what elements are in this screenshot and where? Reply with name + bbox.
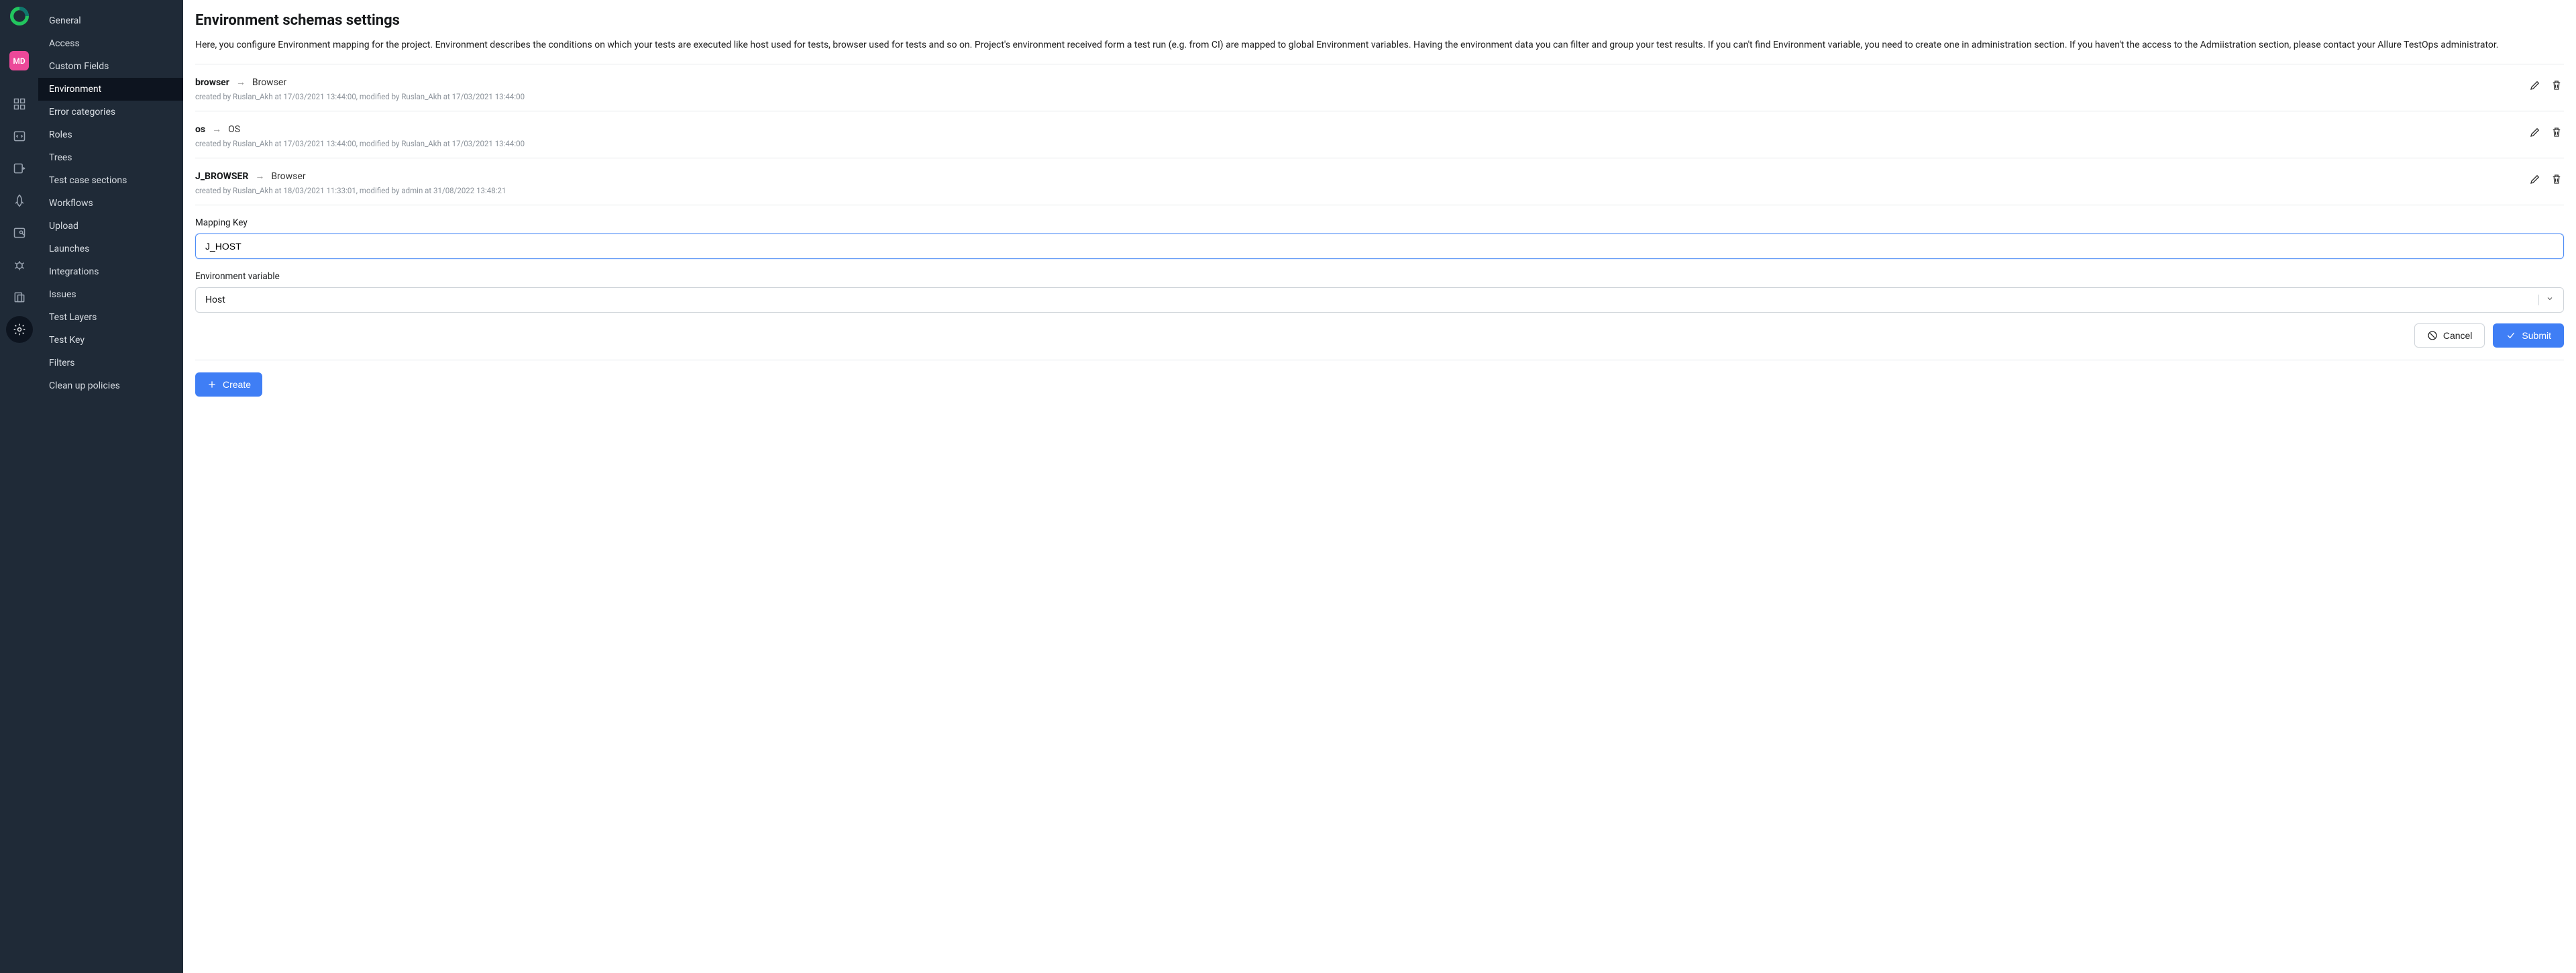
mapping-key-label: Mapping Key — [195, 217, 2564, 228]
mapping-meta: created by Ruslan_Akh at 18/03/2021 11:3… — [195, 186, 2528, 195]
nav-trees[interactable]: Trees — [38, 146, 183, 169]
check-icon — [2506, 330, 2516, 341]
mapping-row: browser → Browser created by Ruslan_Akh … — [195, 64, 2564, 111]
mapping-row: os → OS created by Ruslan_Akh at 17/03/2… — [195, 111, 2564, 158]
cancel-icon — [2427, 330, 2438, 341]
nav-error-categories[interactable]: Error categories — [38, 101, 183, 123]
app-logo[interactable] — [10, 7, 29, 25]
nav-custom-fields[interactable]: Custom Fields — [38, 55, 183, 78]
dashboard-icon[interactable] — [6, 91, 33, 117]
nav-test-layers[interactable]: Test Layers — [38, 306, 183, 329]
mapping-value: OS — [228, 124, 240, 135]
left-rail: MD — [0, 0, 38, 973]
nav-workflows[interactable]: Workflows — [38, 192, 183, 215]
settings-sidenav: General Access Custom Fields Environment… — [38, 0, 183, 973]
chevron-down-icon — [2538, 295, 2554, 305]
env-var-label: Environment variable — [195, 271, 2564, 282]
launches-icon[interactable] — [6, 187, 33, 214]
create-button[interactable]: Create — [195, 372, 262, 397]
cancel-button[interactable]: Cancel — [2414, 323, 2485, 348]
create-label: Create — [223, 379, 251, 390]
delete-icon[interactable] — [2549, 125, 2564, 140]
mapping-meta: created by Ruslan_Akh at 17/03/2021 13:4… — [195, 92, 2528, 101]
env-var-value: Host — [205, 295, 225, 305]
nav-environment[interactable]: Environment — [38, 78, 183, 101]
cancel-label: Cancel — [2443, 330, 2473, 341]
delete-icon[interactable] — [2549, 78, 2564, 93]
edit-icon[interactable] — [2528, 78, 2542, 93]
settings-icon[interactable] — [6, 316, 33, 343]
nav-test-key[interactable]: Test Key — [38, 329, 183, 352]
edit-icon[interactable] — [2528, 125, 2542, 140]
delete-icon[interactable] — [2549, 172, 2564, 187]
nav-general[interactable]: General — [38, 9, 183, 32]
export-icon[interactable] — [6, 155, 33, 182]
analytics-icon[interactable] — [6, 219, 33, 246]
plus-icon — [207, 379, 217, 390]
main-content: Environment schemas settings Here, you c… — [183, 0, 2576, 973]
nav-test-case-sections[interactable]: Test case sections — [38, 169, 183, 192]
nav-access[interactable]: Access — [38, 32, 183, 55]
nav-filters[interactable]: Filters — [38, 352, 183, 374]
nav-launches[interactable]: Launches — [38, 238, 183, 260]
mapping-value: Browser — [271, 171, 305, 182]
submit-label: Submit — [2522, 330, 2551, 341]
arrow-right-icon: → — [212, 123, 221, 135]
mapping-key: browser — [195, 77, 229, 88]
mapping-key: os — [195, 124, 205, 135]
nav-issues[interactable]: Issues — [38, 283, 183, 306]
nav-clean-up-policies[interactable]: Clean up policies — [38, 374, 183, 397]
user-avatar[interactable]: MD — [9, 51, 29, 70]
env-var-select[interactable]: Host — [195, 287, 2564, 313]
bug-icon[interactable] — [6, 252, 33, 278]
nav-upload[interactable]: Upload — [38, 215, 183, 238]
mapping-key: J_BROWSER — [195, 171, 248, 182]
code-icon[interactable] — [6, 123, 33, 150]
page-title: Environment schemas settings — [195, 12, 2564, 29]
page-description: Here, you configure Environment mapping … — [195, 38, 2564, 52]
mapping-meta: created by Ruslan_Akh at 17/03/2021 13:4… — [195, 139, 2528, 148]
reports-icon[interactable] — [6, 284, 33, 311]
edit-icon[interactable] — [2528, 172, 2542, 187]
mapping-row: J_BROWSER → Browser created by Ruslan_Ak… — [195, 158, 2564, 205]
mapping-key-input[interactable] — [195, 234, 2564, 259]
nav-integrations[interactable]: Integrations — [38, 260, 183, 283]
submit-button[interactable]: Submit — [2493, 323, 2564, 348]
arrow-right-icon: → — [236, 76, 246, 88]
nav-roles[interactable]: Roles — [38, 123, 183, 146]
arrow-right-icon: → — [255, 170, 264, 182]
mapping-value: Browser — [252, 77, 286, 88]
mapping-form: Mapping Key Environment variable Host Ca… — [195, 205, 2564, 397]
